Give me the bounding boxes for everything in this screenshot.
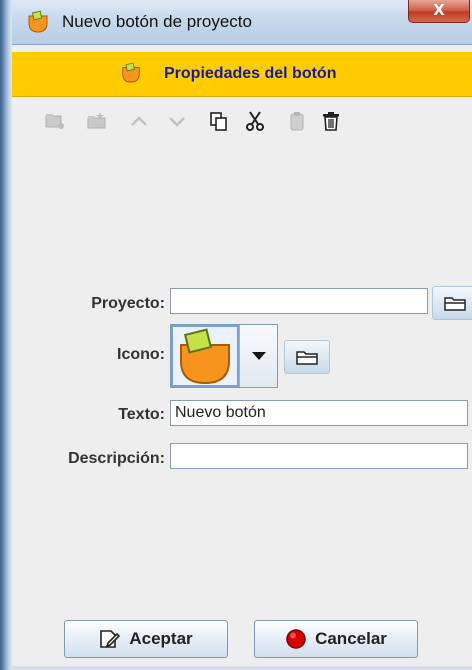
stop-icon [286,629,306,649]
close-icon: X [433,1,445,19]
icon-preview [171,325,239,387]
description-label: Descripción: [68,450,165,467]
button-icon [122,62,140,83]
move-down-button[interactable] [164,108,190,134]
text-field[interactable] [170,400,468,426]
folder-icon [444,297,466,311]
cut-icon [246,111,264,131]
icon-label: Icono: [117,346,165,363]
copy-button[interactable] [206,108,232,134]
folder-icon [296,351,318,365]
cancel-button[interactable]: Cancelar [254,620,418,658]
delete-button[interactable] [318,108,344,134]
copy-icon [210,112,227,131]
new-project-button[interactable] [42,108,68,134]
orange-button-icon [180,328,230,385]
project-field[interactable] [170,288,428,314]
project-browse-button[interactable] [432,286,472,320]
window-bottom-border [12,666,472,670]
icon-browse-button[interactable] [284,340,330,374]
accept-button[interactable]: Aceptar [64,620,228,658]
window-title: Nuevo botón de proyecto [62,12,252,31]
icon-selector[interactable] [170,324,278,388]
new-folder-button[interactable] [84,108,110,134]
move-up-icon [131,116,147,126]
text-label: Texto: [118,406,165,423]
cancel-label: Cancelar [315,629,387,648]
project-label: Proyecto: [91,295,165,312]
toolbar [12,98,472,144]
header-banner: Propiedades del botón [12,52,472,97]
move-up-button[interactable] [126,108,152,134]
title-bar[interactable]: Nuevo botón de proyecto X [12,0,472,45]
new-project-icon [45,114,64,129]
chevron-down-icon [251,352,266,360]
move-down-icon [169,117,185,127]
accept-label: Aceptar [129,629,193,648]
cut-button[interactable] [242,108,268,134]
dialog-window: Nuevo botón de proyecto X Propiedades de… [12,0,472,670]
paste-button[interactable] [284,108,310,134]
description-field[interactable] [170,443,468,469]
app-icon [28,10,48,33]
banner-title: Propiedades del botón [164,65,337,82]
desktop-edge [0,0,12,670]
close-button[interactable]: X [408,0,470,23]
delete-icon [323,112,339,131]
new-folder-icon [87,112,106,129]
icon-dropdown-button[interactable] [239,325,277,387]
paste-icon [290,112,304,131]
accept-icon [100,630,121,648]
